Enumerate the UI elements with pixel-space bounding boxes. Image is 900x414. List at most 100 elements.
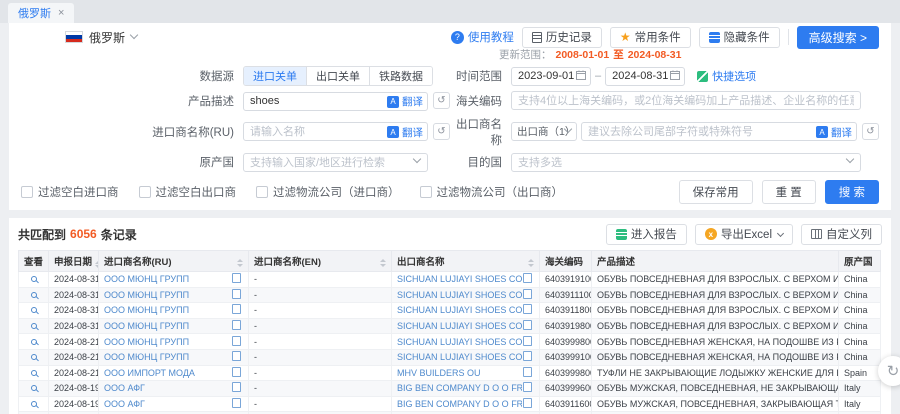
sort-icon[interactable] [237,259,243,267]
input-history-icon[interactable]: ↺ [433,123,450,140]
col-date[interactable]: 申报日期 [49,251,99,272]
view-cell[interactable] [19,396,49,412]
sort-icon[interactable] [95,261,98,269]
importer-ru-link[interactable]: ООО МЮНЦ ГРУПП [104,352,189,362]
sort-icon[interactable] [528,259,534,267]
translate-button[interactable]: 翻译 [387,125,423,140]
col-importer-en[interactable]: 进口商名称(EN) [249,251,392,272]
sort-icon[interactable] [380,259,386,267]
copy-icon[interactable] [234,384,241,392]
date-from-field[interactable] [511,66,591,86]
exporter-link[interactable]: SICHUAN LUJIAYI SHOES CO LTD [397,274,522,284]
view-cell[interactable] [19,287,49,303]
copy-icon[interactable] [234,400,241,408]
input-history-icon[interactable]: ↺ [862,123,879,140]
tutorial-link[interactable]: 使用教程 [451,29,514,45]
export-excel-button[interactable]: 导出Excel [695,224,793,245]
view-cell[interactable] [19,272,49,288]
search-icon[interactable] [31,339,37,345]
copy-icon[interactable] [234,338,241,346]
copy-icon[interactable] [525,291,532,299]
importer-ru-link[interactable]: ООО МЮНЦ ГРУПП [104,337,189,347]
exporter-type-select[interactable]: 出口商（1） [511,122,577,141]
enter-report-button[interactable]: 进入报告 [606,224,687,245]
search-button[interactable]: 搜 索 [825,180,879,204]
exporter-link[interactable]: SICHUAN LUJIAYI SHOES CO LTD [397,321,522,331]
filter-logistics-importer[interactable]: 过滤物流公司（进口商） [256,184,400,200]
view-cell[interactable] [19,318,49,334]
copy-icon[interactable] [525,384,532,392]
exporter-link[interactable]: SICHUAN LUJIAYI SHOES CO LTD [397,305,522,315]
tab-export-declarations[interactable]: 出口关单 [307,67,370,85]
importer-ru-link[interactable]: ООО МЮНЦ ГРУПП [104,305,189,315]
translate-button[interactable]: 翻译 [387,94,423,109]
tab-import-declarations[interactable]: 进口关单 [244,67,307,85]
view-cell[interactable] [19,381,49,397]
floating-service-button[interactable]: ↻ [878,356,900,386]
copy-icon[interactable] [525,275,532,283]
importer-ru-link[interactable]: ООО МЮНЦ ГРУПП [104,274,189,284]
customize-columns-button[interactable]: 自定义列 [801,224,882,245]
view-cell[interactable] [19,365,49,381]
search-icon[interactable] [31,292,37,298]
copy-icon[interactable] [234,275,241,283]
history-button[interactable]: 历史记录 [522,27,602,48]
copy-icon[interactable] [525,400,532,408]
importer-ru-link[interactable]: ООО АФГ [104,383,145,393]
copy-icon[interactable] [525,306,532,314]
search-icon[interactable] [31,307,37,313]
advanced-search-button[interactable]: 高级搜索 > [797,26,879,49]
view-cell[interactable] [19,349,49,365]
input-history-icon[interactable]: ↺ [433,92,450,109]
copy-icon[interactable] [525,353,532,361]
reset-button[interactable]: 重 置 [762,180,816,204]
exporter-link[interactable]: SICHUAN LUJIAYI SHOES CO LTD [397,337,522,347]
search-icon[interactable] [31,401,37,407]
quick-options-link[interactable]: 快捷选项 [697,68,756,84]
col-importer-ru[interactable]: 进口商名称(RU) [99,251,249,272]
hs-code-input[interactable] [511,91,861,110]
date-to-field[interactable] [605,66,685,86]
copy-icon[interactable] [525,338,532,346]
importer-ru-link[interactable]: ООО АФГ [104,399,145,409]
view-cell[interactable] [19,334,49,350]
importer-ru-link[interactable]: ООО ИМПОРТ МОДА [104,368,195,378]
importer-ru-link[interactable]: ООО МЮНЦ ГРУПП [104,290,189,300]
close-icon[interactable]: × [58,8,64,19]
hide-conditions-button[interactable]: 隐藏条件 [699,27,780,48]
copy-icon[interactable] [234,369,241,377]
filter-blank-exporter[interactable]: 过滤空白出口商 [139,184,237,200]
search-icon[interactable] [31,323,37,329]
search-icon[interactable] [31,276,37,282]
exporter-link[interactable]: BIG BEN COMPANY D O O FROM BEST T [397,383,522,393]
exporter-link[interactable]: SICHUAN LUJIAYI SHOES CO LTD [397,290,522,300]
exporter-link[interactable]: SICHUAN LUJIAYI SHOES CO LTD [397,352,522,362]
checkbox-icon[interactable] [21,186,33,198]
exporter-link[interactable]: MHV BUILDERS OU [397,368,481,378]
origin-country-select[interactable] [243,153,428,172]
search-icon[interactable] [31,385,37,391]
importer-ru-link[interactable]: ООО МЮНЦ ГРУПП [104,321,189,331]
search-icon[interactable] [31,370,37,376]
copy-icon[interactable] [525,369,532,377]
copy-icon[interactable] [234,353,241,361]
filter-logistics-exporter[interactable]: 过滤物流公司（出口商） [420,184,564,200]
copy-icon[interactable] [525,322,532,330]
exporter-link[interactable]: BIG BEN COMPANY D O O FROM BEST T [397,399,522,409]
col-exporter[interactable]: 出口商名称 [392,251,540,272]
favorites-button[interactable]: ★ 常用条件 [610,27,691,48]
save-conditions-button[interactable]: 保存常用 [679,180,753,204]
checkbox-icon[interactable] [256,186,268,198]
view-cell[interactable] [19,303,49,319]
search-icon[interactable] [31,354,37,360]
copy-icon[interactable] [234,291,241,299]
translate-button[interactable]: 翻译 [816,125,852,140]
filter-blank-importer[interactable]: 过滤空白进口商 [21,184,119,200]
checkbox-icon[interactable] [139,186,151,198]
dest-country-select[interactable] [511,153,861,172]
checkbox-icon[interactable] [420,186,432,198]
copy-icon[interactable] [234,322,241,330]
copy-icon[interactable] [234,306,241,314]
tab-rail-data[interactable]: 铁路数据 [370,67,432,85]
tab-russia[interactable]: 俄罗斯 × [8,3,74,23]
